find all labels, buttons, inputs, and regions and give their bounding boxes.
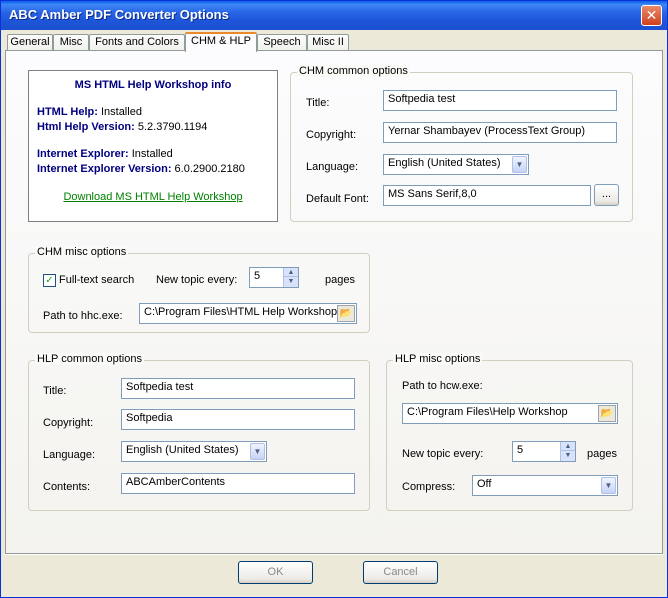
tab-speech[interactable]: Speech bbox=[257, 34, 307, 51]
html-help-status: HTML Help: Installed bbox=[37, 106, 142, 118]
info-heading: MS HTML Help Workshop info bbox=[74, 79, 232, 91]
chevron-down-icon[interactable]: ▼ bbox=[601, 477, 616, 494]
hlp-language-value: English (United States) bbox=[126, 444, 239, 456]
chm-misc-title: CHM misc options bbox=[35, 246, 129, 258]
chm-language-value: English (United States) bbox=[388, 157, 501, 169]
title-bar[interactable]: ABC Amber PDF Converter Options ✕ bbox=[1, 1, 667, 30]
chm-new-topic-value: 5 bbox=[254, 270, 261, 282]
hlp-title-input[interactable]: Softpedia test bbox=[121, 378, 355, 399]
close-button[interactable]: ✕ bbox=[641, 5, 662, 26]
chm-font-label: Default Font: bbox=[306, 193, 369, 205]
chm-copyright-label: Copyright: bbox=[306, 129, 357, 141]
hlp-new-topic-label: New topic every: bbox=[402, 448, 484, 460]
hlp-new-topic-spinner[interactable]: 5 ▲ ▼ bbox=[512, 441, 576, 462]
download-workshop-link[interactable]: Download MS HTML Help Workshop bbox=[29, 191, 277, 203]
compress-select[interactable]: Off ▼ bbox=[472, 475, 618, 496]
html-help-info-box: MS HTML Help Workshop info HTML Help: In… bbox=[28, 70, 278, 222]
fulltext-checkbox[interactable]: ✓ bbox=[43, 274, 56, 287]
chm-copyright-input[interactable]: Yernar Shambayev (ProcessText Group) bbox=[383, 122, 617, 143]
spin-down-icon[interactable]: ▼ bbox=[561, 451, 575, 460]
tab-general[interactable]: General bbox=[7, 34, 53, 51]
hlp-misc-group: HLP misc options Path to hcw.exe: C:\Pro… bbox=[386, 353, 633, 511]
chm-new-topic-label: New topic every: bbox=[156, 274, 238, 286]
fulltext-label[interactable]: Full-text search bbox=[59, 274, 134, 286]
font-picker-button[interactable]: ... bbox=[594, 184, 619, 206]
chm-common-group: CHM common options Title: Softpedia test… bbox=[290, 65, 633, 222]
tab-misc-ii[interactable]: Misc II bbox=[307, 34, 349, 51]
folder-open-icon[interactable]: 📂 bbox=[598, 405, 616, 422]
hlp-spin-buttons[interactable]: ▲ ▼ bbox=[560, 442, 575, 461]
chevron-down-icon[interactable]: ▼ bbox=[250, 443, 265, 460]
spin-up-icon[interactable]: ▲ bbox=[561, 442, 575, 451]
chm-pages-label: pages bbox=[325, 274, 355, 286]
chm-misc-group: CHM misc options ✓ Full-text search New … bbox=[28, 246, 370, 333]
hlp-copyright-label: Copyright: bbox=[43, 417, 94, 429]
spin-up-icon[interactable]: ▲ bbox=[284, 268, 298, 277]
hhc-path-value: C:\Program Files\HTML Help Workshop bbox=[144, 306, 338, 318]
hlp-language-label: Language: bbox=[43, 449, 95, 461]
hhc-path-label: Path to hhc.exe: bbox=[43, 310, 123, 322]
hlp-copyright-input[interactable]: Softpedia bbox=[121, 409, 355, 430]
hlp-common-group: HLP common options Title: Softpedia test… bbox=[28, 353, 370, 511]
hlp-common-title: HLP common options bbox=[35, 353, 144, 365]
chm-new-topic-spinner[interactable]: 5 ▲ ▼ bbox=[249, 267, 299, 288]
tab-panel: MS HTML Help Workshop info HTML Help: In… bbox=[5, 50, 663, 554]
spin-down-icon[interactable]: ▼ bbox=[284, 277, 298, 286]
chm-title-input[interactable]: Softpedia test bbox=[383, 90, 617, 111]
hcw-path-value: C:\Program Files\Help Workshop bbox=[407, 406, 568, 418]
ie-version: Internet Explorer Version: 6.0.2900.2180 bbox=[37, 163, 245, 175]
hhc-path-input[interactable]: C:\Program Files\HTML Help Workshop 📂 bbox=[139, 303, 357, 324]
folder-open-icon[interactable]: 📂 bbox=[337, 305, 355, 322]
options-window: ABC Amber PDF Converter Options ✕ Genera… bbox=[0, 0, 668, 598]
compress-label: Compress: bbox=[402, 481, 456, 493]
compress-value: Off bbox=[477, 478, 492, 490]
chm-language-label: Language: bbox=[306, 161, 358, 173]
chm-common-title: CHM common options bbox=[297, 65, 410, 77]
tab-misc[interactable]: Misc bbox=[53, 34, 89, 51]
ok-button[interactable]: OK bbox=[238, 561, 313, 584]
tab-chm-hlp[interactable]: CHM & HLP bbox=[185, 32, 257, 52]
cancel-button[interactable]: Cancel bbox=[363, 561, 438, 584]
hlp-contents-label: Contents: bbox=[43, 481, 91, 493]
divider bbox=[5, 554, 663, 555]
chm-language-select[interactable]: English (United States) ▼ bbox=[383, 154, 529, 175]
chevron-down-icon[interactable]: ▼ bbox=[512, 156, 527, 173]
hlp-new-topic-value: 5 bbox=[517, 444, 524, 456]
hcw-path-input[interactable]: C:\Program Files\Help Workshop 📂 bbox=[402, 403, 618, 424]
hlp-misc-title: HLP misc options bbox=[393, 353, 483, 365]
hlp-contents-input[interactable]: ABCAmberContents bbox=[121, 473, 355, 494]
ie-status: Internet Explorer: Installed bbox=[37, 148, 173, 160]
window-title: ABC Amber PDF Converter Options bbox=[9, 7, 229, 22]
hlp-pages-label: pages bbox=[587, 448, 617, 460]
hlp-language-select[interactable]: English (United States) ▼ bbox=[121, 441, 267, 462]
chm-title-label: Title: bbox=[306, 97, 330, 109]
hlp-title-label: Title: bbox=[43, 385, 67, 397]
hcw-path-label: Path to hcw.exe: bbox=[402, 380, 483, 392]
chm-font-input[interactable]: MS Sans Serif,8,0 bbox=[383, 185, 591, 206]
tab-fonts-and-colors[interactable]: Fonts and Colors bbox=[89, 34, 185, 51]
chm-spin-buttons[interactable]: ▲ ▼ bbox=[283, 268, 298, 287]
html-help-version: Html Help Version: 5.2.3790.1194 bbox=[37, 121, 208, 133]
